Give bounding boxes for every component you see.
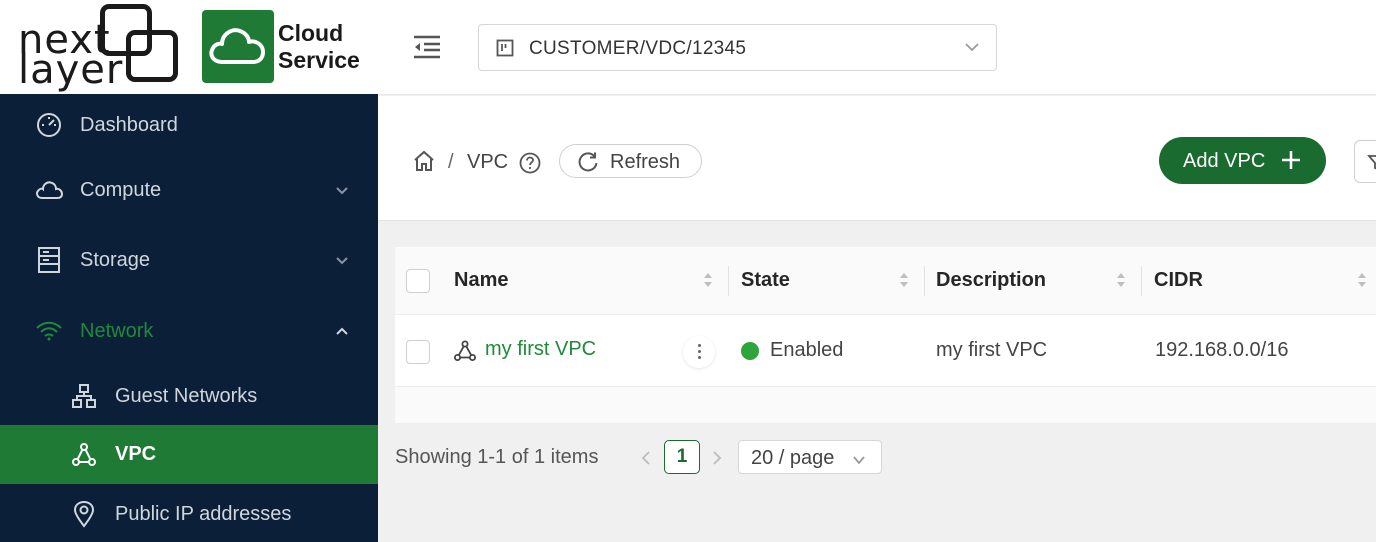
- vpc-name-link[interactable]: my first VPC: [485, 338, 596, 361]
- product-name-line1: Cloud: [278, 20, 344, 46]
- chevron-down-icon: [852, 452, 866, 470]
- pagination-current-page[interactable]: 1: [664, 440, 700, 474]
- refresh-label: Refresh: [610, 151, 681, 173]
- logo-word-layer: layer: [18, 47, 124, 93]
- network-tree-icon: [70, 382, 98, 410]
- sidebar-item-public-ip[interactable]: Public IP addresses: [0, 486, 378, 542]
- sidebar-item-label: Dashboard: [80, 113, 178, 136]
- add-vpc-button[interactable]: Add VPC: [1159, 137, 1326, 184]
- row-actions-button[interactable]: [683, 336, 715, 368]
- project-icon: [496, 39, 514, 62]
- refresh-button[interactable]: Refresh: [559, 144, 702, 178]
- chevron-up-icon: [333, 322, 351, 340]
- chevron-down-icon: [333, 181, 351, 199]
- row-checkbox[interactable]: [406, 340, 430, 364]
- table-row[interactable]: my first VPC Enabled my first VPC 192.16…: [395, 316, 1376, 387]
- vpc-icon: [70, 441, 98, 469]
- column-divider: [728, 266, 729, 296]
- sort-icon[interactable]: [702, 270, 714, 295]
- page-header: / VPC Refresh Add VPC: [378, 96, 1376, 221]
- sidebar-item-storage[interactable]: Storage: [0, 228, 378, 292]
- status-dot: [741, 342, 759, 360]
- wifi-icon: [35, 317, 63, 345]
- table-footer: [395, 387, 1376, 423]
- menu-fold-icon[interactable]: [412, 33, 442, 61]
- column-header-state[interactable]: State: [741, 269, 790, 292]
- project-selector[interactable]: CUSTOMER/VDC/12345: [478, 24, 997, 71]
- column-divider: [1141, 266, 1142, 296]
- vpc-description: my first VPC: [936, 339, 1048, 361]
- filter-icon: [1367, 153, 1376, 178]
- vpc-icon: [453, 340, 477, 367]
- sidebar-item-dashboard[interactable]: Dashboard: [0, 94, 378, 156]
- column-divider: [924, 266, 925, 296]
- chevron-right-icon[interactable]: [711, 449, 723, 472]
- sidebar-item-label: Storage: [80, 248, 151, 271]
- sidebar-item-guest-networks[interactable]: Guest Networks: [0, 366, 378, 426]
- vpc-cidr: 192.168.0.0/16: [1155, 339, 1289, 361]
- select-all-checkbox[interactable]: [406, 269, 430, 293]
- location-pin-icon: [70, 500, 98, 528]
- column-header-cidr[interactable]: CIDR: [1154, 269, 1203, 292]
- page-size-select[interactable]: 20 / page: [738, 440, 882, 474]
- column-header-description[interactable]: Description: [936, 269, 1046, 292]
- plus-icon: [1280, 149, 1302, 176]
- breadcrumb-separator: /: [448, 151, 454, 173]
- sort-icon[interactable]: [1356, 270, 1368, 295]
- cloud-logo-badge: [202, 10, 274, 83]
- sidebar-item-label: Network: [80, 319, 154, 342]
- project-selector-value: CUSTOMER/VDC/12345: [529, 38, 747, 59]
- vpc-state: Enabled: [770, 339, 844, 361]
- table-header: Name State Description CIDR: [395, 247, 1376, 315]
- cloud-icon: [35, 176, 63, 204]
- page-size-value: 20 / page: [751, 447, 835, 469]
- sidebar-item-label: Compute: [80, 178, 162, 201]
- top-header: CUSTOMER/VDC/12345: [378, 0, 1376, 95]
- sidebar-item-network[interactable]: Network: [0, 299, 378, 363]
- chevron-left-icon[interactable]: [640, 449, 652, 472]
- cloud-logo-icon: [209, 28, 265, 64]
- help-icon[interactable]: [519, 152, 541, 179]
- sidebar-item-compute[interactable]: Compute: [0, 158, 378, 222]
- chevron-down-icon: [964, 40, 980, 58]
- logo-square-bottom: [126, 30, 178, 82]
- chevron-down-icon: [333, 251, 351, 269]
- add-vpc-label: Add VPC: [1183, 150, 1266, 172]
- dashboard-icon: [35, 111, 63, 139]
- sidebar-item-label: Public IP addresses: [115, 502, 292, 525]
- sort-icon[interactable]: [898, 270, 910, 295]
- storage-icon: [35, 246, 63, 274]
- filter-button[interactable]: [1354, 140, 1376, 183]
- home-icon[interactable]: [412, 149, 436, 178]
- sort-icon[interactable]: [1115, 270, 1127, 295]
- logo-area: next layer Cloud Service: [0, 0, 378, 94]
- pagination-summary: Showing 1-1 of 1 items: [395, 446, 599, 468]
- breadcrumb-current: VPC: [467, 151, 509, 173]
- sidebar-item-vpc[interactable]: VPC: [0, 425, 378, 484]
- vpc-table: Name State Description CIDR my first VPC…: [395, 247, 1376, 423]
- sidebar-item-label: VPC: [115, 443, 157, 465]
- product-name-line2: Service: [278, 47, 360, 73]
- column-header-name[interactable]: Name: [454, 269, 508, 292]
- sidebar-item-label: Guest Networks: [115, 384, 258, 407]
- refresh-icon: [577, 151, 599, 178]
- sidebar: next layer Cloud Service Dashboard Compu…: [0, 0, 378, 542]
